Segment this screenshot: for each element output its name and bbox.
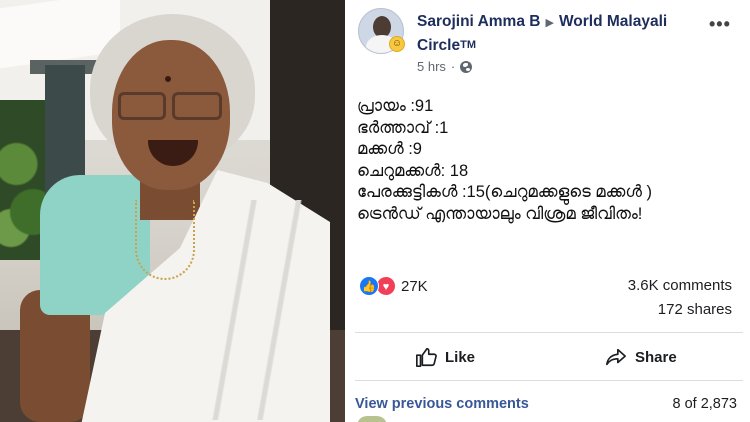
comments-pagination: 8 of 2,873	[672, 396, 738, 412]
post-body-line: പ്രായം :91	[357, 97, 434, 115]
post-timestamp[interactable]: 5 hrs	[417, 59, 446, 74]
share-label: Share	[635, 348, 677, 366]
like-label: Like	[445, 348, 476, 366]
like-button[interactable]: Like	[415, 344, 475, 370]
post-body-line: ഭർത്താവ് :1	[357, 118, 449, 137]
divider	[355, 332, 743, 333]
post-panel: ☺ Sarojini Amma B ▶ World Malayali CircleT…	[345, 0, 750, 422]
love-icon: ♥	[376, 276, 396, 296]
photo-chain	[135, 200, 195, 280]
post-header: Sarojini Amma B ▶ World Malayali CircleTM	[417, 11, 707, 57]
post-body-line: ചെറുമക്കൾ: 18	[357, 161, 469, 180]
thumbs-up-icon	[416, 347, 437, 367]
photo-glasses-right	[172, 92, 222, 120]
reactions-summary[interactable]: 👍 ♥ 27K	[359, 276, 428, 296]
comments-count[interactable]: 3.6K comments	[628, 277, 732, 294]
laughing-emoji-icon: ☺	[389, 36, 405, 52]
share-button[interactable]: Share	[605, 344, 677, 370]
globe-icon[interactable]	[460, 60, 473, 73]
post-body-line: ട്രെൻഡ് എന്തായാലും വിശ്രമ ജീവിതം!	[357, 204, 643, 223]
meta-separator: ·	[450, 59, 456, 74]
author-name[interactable]: Sarojini Amma B	[417, 13, 540, 30]
post-body-line: മക്കൾ :9	[357, 140, 422, 158]
like-icon: 👍	[359, 276, 379, 296]
caret-right-icon: ▶	[545, 17, 554, 29]
post-meta: 5 hrs ·	[417, 59, 473, 74]
post-body-line: പേരക്കുട്ടികൾ :15(ചെറുമക്കളുടെ മക്കൾ )	[357, 183, 653, 201]
share-arrow-icon	[606, 348, 626, 366]
post-photo[interactable]	[0, 0, 345, 422]
shares-count[interactable]: 172 shares	[658, 301, 732, 318]
photo-bindi	[165, 76, 171, 82]
commenter-avatar[interactable]	[357, 416, 387, 422]
group-tm: TM	[460, 39, 476, 51]
divider	[355, 380, 743, 381]
reaction-count: 27K	[401, 277, 428, 295]
view-previous-comments-link[interactable]: View previous comments	[355, 396, 529, 412]
post-body: പ്രായം :91 ഭർത്താവ് :1 മക്കൾ :9 ചെറുമക്ക…	[357, 96, 742, 225]
more-options-icon[interactable]: •••	[709, 14, 731, 35]
photo-glasses-left	[118, 92, 166, 120]
